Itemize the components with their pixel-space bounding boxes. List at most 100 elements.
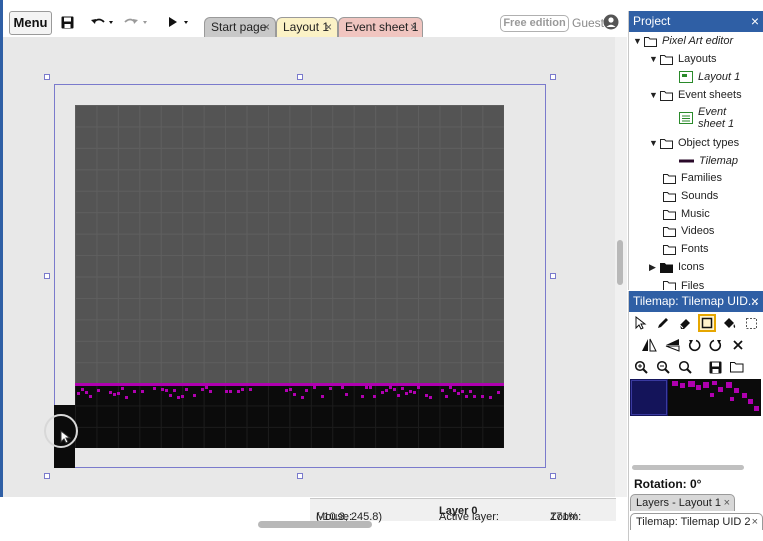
grass-pixel	[237, 390, 240, 393]
expand-arrow-icon[interactable]: ▼	[633, 36, 644, 46]
tree-label: Families	[681, 172, 722, 184]
zoom-out-icon[interactable]	[654, 358, 672, 376]
tree-item-event-sheets[interactable]: ▼ Event sheets	[649, 86, 742, 104]
tab-layout-1[interactable]: Layout 1 ×	[276, 17, 338, 37]
free-edition-badge[interactable]: Free edition	[500, 15, 569, 32]
reset-icon[interactable]	[729, 336, 747, 354]
grass-pixel	[117, 392, 120, 395]
save-icon[interactable]	[60, 12, 74, 32]
horizontal-scrollbar-thumb[interactable]	[258, 521, 372, 528]
tree-item-fonts[interactable]: Fonts	[663, 240, 709, 258]
tab-label: Layers - Layout 1	[636, 497, 721, 509]
redo-icon[interactable]	[122, 12, 148, 32]
grass-pixel	[205, 386, 208, 389]
tree-item-videos[interactable]: Videos	[663, 222, 714, 240]
tilemap-object[interactable]	[75, 105, 504, 385]
expand-arrow-icon[interactable]: ▼	[649, 138, 660, 148]
resize-handle[interactable]	[44, 473, 50, 479]
tree-item-layout-1[interactable]: Layout 1	[679, 68, 740, 86]
pointer-tool-icon[interactable]	[632, 314, 650, 332]
resize-handle[interactable]	[550, 273, 556, 279]
tree-label: Files	[681, 280, 705, 290]
tree-item-music[interactable]: Music	[663, 205, 710, 223]
event-sheet-icon	[679, 112, 693, 124]
expand-arrow-icon[interactable]: ▼	[649, 90, 660, 100]
tree-item-layouts[interactable]: ▼ Layouts	[649, 50, 717, 68]
tree-item-files[interactable]: Files	[663, 277, 704, 290]
tree-item-sounds[interactable]: Sounds	[663, 187, 718, 205]
expand-arrow-icon[interactable]: ▶	[649, 262, 660, 273]
tree-item-object-types[interactable]: ▼ Object types	[649, 134, 739, 152]
rotation-label: Rotation: 0°	[634, 477, 702, 491]
resize-handle[interactable]	[44, 273, 50, 279]
resize-handle[interactable]	[550, 473, 556, 479]
close-icon[interactable]: ×	[410, 18, 417, 37]
resize-handle[interactable]	[550, 74, 556, 80]
user-icon[interactable]	[603, 14, 619, 30]
grass-pixel	[125, 396, 128, 399]
tree-item-event-sheet-1[interactable]: Event sheet 1	[679, 106, 738, 134]
rotate-ccw-icon[interactable]	[685, 336, 703, 354]
grass-pixel	[85, 391, 88, 394]
folder-icon	[663, 281, 676, 290]
grass-pixel	[169, 394, 172, 397]
close-icon[interactable]: ×	[724, 495, 730, 511]
resize-handle[interactable]	[44, 74, 50, 80]
vertical-scrollbar-thumb[interactable]	[617, 240, 623, 285]
folder-icon	[660, 54, 673, 65]
tilemap-grass-tiles[interactable]	[75, 383, 504, 401]
grass-pixel	[457, 392, 460, 395]
tree-item-project-root[interactable]: ▼ Pixel Art editor	[633, 32, 733, 50]
tree-item-families[interactable]: Families	[663, 169, 722, 187]
close-icon[interactable]: ×	[263, 18, 270, 37]
tree-label: Object types	[678, 137, 740, 149]
close-icon[interactable]: ×	[751, 291, 759, 312]
grass-pixel	[173, 389, 176, 392]
grass-pixel	[113, 393, 116, 396]
tab-start-page[interactable]: Start page ×	[204, 17, 276, 37]
grass-pixel	[89, 395, 92, 398]
grass-pixel	[393, 388, 396, 391]
pencil-tool-icon[interactable]	[654, 314, 672, 332]
grass-pixel	[497, 391, 500, 394]
fill-tool-icon[interactable]	[720, 314, 738, 332]
rotate-cw-icon[interactable]	[707, 336, 725, 354]
resize-handle[interactable]	[297, 473, 303, 479]
close-icon[interactable]: ×	[751, 11, 759, 32]
menu-button[interactable]: Menu	[9, 11, 52, 35]
tree-item-icons[interactable]: ▶ Icons	[649, 258, 704, 276]
expand-arrow-icon[interactable]: ▼	[649, 54, 660, 64]
zoom-reset-icon[interactable]	[676, 358, 694, 376]
save-tileset-icon[interactable]	[706, 358, 724, 376]
tab-tilemap[interactable]: Tilemap: Tilemap UID 2 ×	[630, 513, 763, 530]
guest-label[interactable]: Guest	[572, 16, 604, 30]
tree-label: Tilemap	[699, 155, 739, 167]
grass-pixel	[77, 392, 80, 395]
resize-handle[interactable]	[297, 74, 303, 80]
close-icon[interactable]: ×	[325, 18, 332, 37]
tab-event-sheet-1[interactable]: Event sheet 1 ×	[338, 17, 423, 37]
tilemap-panel-scrollbar[interactable]	[632, 465, 744, 470]
grass-pixel	[341, 386, 344, 389]
status-bar: Mouse: (-10.3, 245.8) Active layer: Laye…	[310, 498, 616, 523]
open-tileset-icon[interactable]	[728, 358, 746, 376]
folder-icon	[663, 191, 676, 202]
flip-icon[interactable]	[663, 336, 681, 354]
folder-icon	[663, 209, 676, 220]
zoom-in-icon[interactable]	[632, 358, 650, 376]
tileset-palette[interactable]	[630, 379, 761, 416]
mirror-icon[interactable]	[640, 336, 658, 354]
play-icon[interactable]	[167, 12, 191, 32]
rectangle-tool-icon[interactable]	[698, 314, 716, 332]
eraser-tool-icon[interactable]	[676, 314, 694, 332]
tree-item-tilemap[interactable]: Tilemap	[679, 152, 738, 170]
grass-pixel	[481, 395, 484, 398]
project-panel-header: Project ×	[629, 11, 763, 32]
grass-pixel	[305, 389, 308, 392]
undo-icon[interactable]	[90, 12, 114, 32]
grass-pixel	[301, 396, 304, 399]
tab-layers[interactable]: Layers - Layout 1 ×	[630, 494, 735, 511]
grass-pixel	[489, 396, 492, 399]
close-icon[interactable]: ×	[752, 514, 758, 530]
selection-tool-icon[interactable]	[742, 314, 760, 332]
